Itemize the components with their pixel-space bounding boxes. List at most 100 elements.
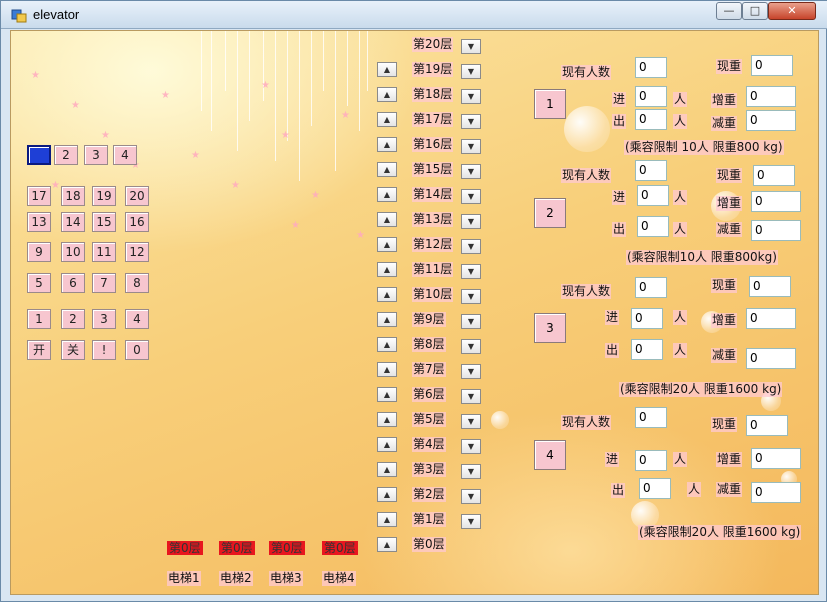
add-weight-field[interactable]: 0 bbox=[746, 86, 796, 107]
up-arrow-button[interactable]: ▲ bbox=[377, 187, 397, 202]
down-arrow-button[interactable]: ▼ bbox=[461, 89, 481, 104]
elevator-2-button[interactable]: 2 bbox=[534, 198, 566, 228]
down-arrow-button[interactable]: ▼ bbox=[461, 214, 481, 229]
panel-button-rowD-0[interactable]: 9 bbox=[27, 242, 51, 262]
up-arrow-button[interactable]: ▲ bbox=[377, 462, 397, 477]
elevator-1-button[interactable]: 1 bbox=[534, 89, 566, 119]
down-arrow-button[interactable]: ▼ bbox=[461, 514, 481, 529]
panel-button-rowA-0[interactable]: 2 bbox=[54, 145, 78, 165]
reduce-weight-field[interactable]: 0 bbox=[751, 220, 801, 241]
exit-count-field[interactable]: 0 bbox=[635, 109, 667, 130]
down-arrow-button[interactable]: ▼ bbox=[461, 414, 481, 429]
panel-button-rowD-2[interactable]: 11 bbox=[92, 242, 116, 262]
enter-count-field[interactable]: 0 bbox=[635, 86, 667, 107]
up-arrow-button[interactable]: ▲ bbox=[377, 112, 397, 127]
people-count-field[interactable]: 0 bbox=[635, 57, 667, 78]
down-arrow-button[interactable]: ▼ bbox=[461, 64, 481, 79]
up-arrow-button[interactable]: ▲ bbox=[377, 362, 397, 377]
enter-count-field[interactable]: 0 bbox=[637, 185, 669, 206]
panel-button-rowB-2[interactable]: 19 bbox=[92, 186, 116, 206]
people-count-field[interactable]: 0 bbox=[635, 277, 667, 298]
up-arrow-button[interactable]: ▲ bbox=[377, 412, 397, 427]
up-arrow-button[interactable]: ▲ bbox=[377, 262, 397, 277]
add-weight-field[interactable]: 0 bbox=[751, 448, 801, 469]
add-weight-field[interactable]: 0 bbox=[746, 308, 796, 329]
down-arrow-button[interactable]: ▼ bbox=[461, 464, 481, 479]
up-arrow-button[interactable]: ▲ bbox=[377, 287, 397, 302]
exit-count-field[interactable]: 0 bbox=[639, 478, 671, 499]
panel-button-rowE-0[interactable]: 5 bbox=[27, 273, 51, 293]
down-arrow-button[interactable]: ▼ bbox=[461, 389, 481, 404]
panel-button-rowG-3[interactable]: 0 bbox=[125, 340, 149, 360]
panel-button-rowB-3[interactable]: 20 bbox=[125, 186, 149, 206]
panel-button-rowA-2[interactable]: 4 bbox=[113, 145, 137, 165]
current-weight-field[interactable]: 0 bbox=[751, 55, 793, 76]
down-arrow-button[interactable]: ▼ bbox=[461, 239, 481, 254]
down-arrow-button[interactable]: ▼ bbox=[461, 314, 481, 329]
panel-button-rowA-1[interactable]: 3 bbox=[84, 145, 108, 165]
maximize-button[interactable]: □ bbox=[742, 2, 768, 20]
up-arrow-button[interactable]: ▲ bbox=[377, 337, 397, 352]
up-arrow-button[interactable]: ▲ bbox=[377, 87, 397, 102]
up-arrow-button[interactable]: ▲ bbox=[377, 437, 397, 452]
down-arrow-button[interactable]: ▼ bbox=[461, 189, 481, 204]
panel-button-rowG-0[interactable]: 开 bbox=[27, 340, 51, 360]
exit-count-field[interactable]: 0 bbox=[631, 339, 663, 360]
exit-count-field[interactable]: 0 bbox=[637, 216, 669, 237]
panel-button-rowC-0[interactable]: 13 bbox=[27, 212, 51, 232]
people-count-field[interactable]: 0 bbox=[635, 160, 667, 181]
panel-button-rowC-2[interactable]: 15 bbox=[92, 212, 116, 232]
elevator-4-button[interactable]: 4 bbox=[534, 440, 566, 470]
down-arrow-button[interactable]: ▼ bbox=[461, 339, 481, 354]
panel-button-rowD-3[interactable]: 12 bbox=[125, 242, 149, 262]
down-arrow-button[interactable]: ▼ bbox=[461, 164, 481, 179]
down-arrow-button[interactable]: ▼ bbox=[461, 39, 481, 54]
up-arrow-button[interactable]: ▲ bbox=[377, 512, 397, 527]
current-weight-field[interactable]: 0 bbox=[753, 165, 795, 186]
enter-count-field[interactable]: 0 bbox=[631, 308, 663, 329]
down-arrow-button[interactable]: ▼ bbox=[461, 139, 481, 154]
up-arrow-button[interactable]: ▲ bbox=[377, 237, 397, 252]
panel-button-selected[interactable] bbox=[27, 145, 51, 165]
panel-button-rowC-3[interactable]: 16 bbox=[125, 212, 149, 232]
panel-button-rowF-3[interactable]: 4 bbox=[125, 309, 149, 329]
panel-button-rowC-1[interactable]: 14 bbox=[61, 212, 85, 232]
elevator-3-button[interactable]: 3 bbox=[534, 313, 566, 343]
up-arrow-button[interactable]: ▲ bbox=[377, 137, 397, 152]
panel-button-rowD-1[interactable]: 10 bbox=[61, 242, 85, 262]
up-arrow-button[interactable]: ▲ bbox=[377, 387, 397, 402]
reduce-weight-field[interactable]: 0 bbox=[746, 110, 796, 131]
down-arrow-button[interactable]: ▼ bbox=[461, 114, 481, 129]
current-weight-field[interactable]: 0 bbox=[746, 415, 788, 436]
panel-button-rowG-1[interactable]: 关 bbox=[61, 340, 85, 360]
down-arrow-button[interactable]: ▼ bbox=[461, 439, 481, 454]
add-weight-field[interactable]: 0 bbox=[751, 191, 801, 212]
panel-button-rowE-1[interactable]: 6 bbox=[61, 273, 85, 293]
enter-count-field[interactable]: 0 bbox=[635, 450, 667, 471]
down-arrow-button[interactable]: ▼ bbox=[461, 364, 481, 379]
reduce-weight-field[interactable]: 0 bbox=[751, 482, 801, 503]
panel-button-rowF-2[interactable]: 3 bbox=[92, 309, 116, 329]
title-bar[interactable]: elevator — □ ✕ bbox=[1, 1, 827, 29]
panel-button-rowF-1[interactable]: 2 bbox=[61, 309, 85, 329]
down-arrow-button[interactable]: ▼ bbox=[461, 264, 481, 279]
close-button[interactable]: ✕ bbox=[768, 2, 816, 20]
panel-button-rowE-3[interactable]: 8 bbox=[125, 273, 149, 293]
people-count-field[interactable]: 0 bbox=[635, 407, 667, 428]
up-arrow-button[interactable]: ▲ bbox=[377, 162, 397, 177]
panel-button-rowF-0[interactable]: 1 bbox=[27, 309, 51, 329]
panel-button-rowB-1[interactable]: 18 bbox=[61, 186, 85, 206]
up-arrow-button[interactable]: ▲ bbox=[377, 312, 397, 327]
down-arrow-button[interactable]: ▼ bbox=[461, 489, 481, 504]
panel-button-rowE-2[interactable]: 7 bbox=[92, 273, 116, 293]
minimize-button[interactable]: — bbox=[716, 2, 742, 20]
up-arrow-button[interactable]: ▲ bbox=[377, 537, 397, 552]
up-arrow-button[interactable]: ▲ bbox=[377, 62, 397, 77]
reduce-weight-field[interactable]: 0 bbox=[746, 348, 796, 369]
current-weight-field[interactable]: 0 bbox=[749, 276, 791, 297]
panel-button-rowB-0[interactable]: 17 bbox=[27, 186, 51, 206]
up-arrow-button[interactable]: ▲ bbox=[377, 212, 397, 227]
down-arrow-button[interactable]: ▼ bbox=[461, 289, 481, 304]
up-arrow-button[interactable]: ▲ bbox=[377, 487, 397, 502]
panel-button-rowG-2[interactable]: ! bbox=[92, 340, 116, 360]
